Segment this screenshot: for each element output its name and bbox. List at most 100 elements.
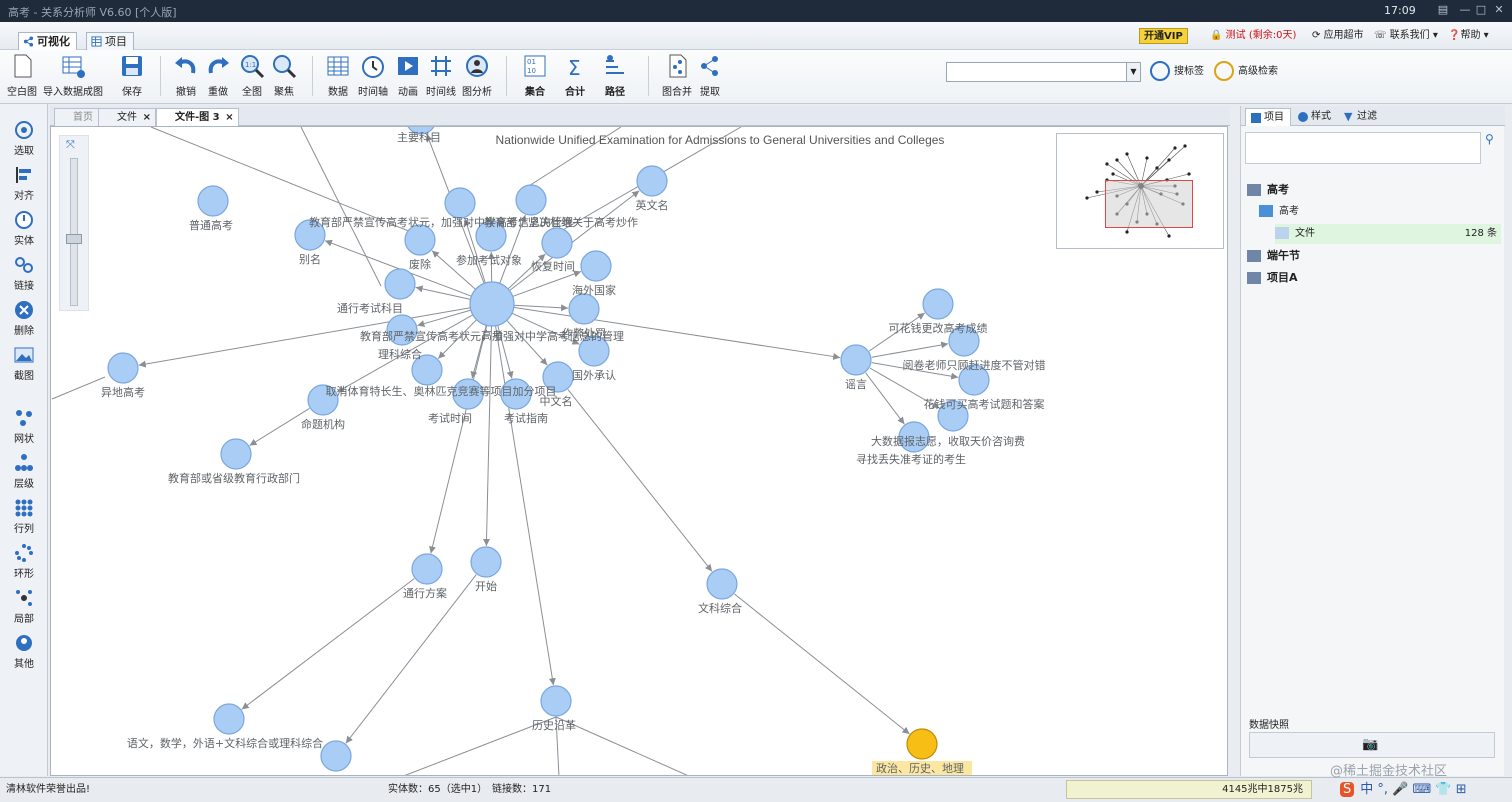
app-store-link[interactable]: ⟳ 应用超市 [1312, 28, 1364, 44]
minimap-viewport[interactable] [1105, 180, 1193, 228]
zoom-control[interactable]: ⤧ [59, 135, 89, 311]
help-link[interactable]: ❓帮助 ▾ [1448, 28, 1489, 44]
timeline-axis-button[interactable]: 时间轴 [356, 53, 390, 98]
ime-indicator[interactable]: S中 °, 🎤 ⌨ 👕 ⊞ [1340, 778, 1467, 802]
graph-edge[interactable] [871, 341, 949, 358]
graph-edge[interactable] [567, 389, 713, 572]
tab-rp-project[interactable]: 项目 [1245, 108, 1291, 126]
graph-node[interactable] [220, 438, 252, 470]
tree-item[interactable]: 端午节 [1247, 246, 1300, 266]
close-tab-icon[interactable]: × [225, 109, 233, 126]
graph-edge[interactable] [734, 593, 910, 735]
tab-project[interactable]: 项目 [86, 32, 134, 50]
graph-node[interactable] [541, 227, 573, 259]
graph-svg[interactable]: 主要科目普通高考别名 废除 参加考试对象 恢复时间英文名海外国家通行考试科目作弊处罚理… [51, 127, 1228, 776]
tool-entity[interactable]: 实体 [0, 210, 48, 247]
tool-other[interactable]: 其他 [0, 633, 48, 670]
contact-link[interactable]: ☏ 联系我们 ▾ [1374, 28, 1438, 44]
graph-node[interactable] [470, 546, 502, 578]
search-icon[interactable]: ⚲ [1485, 132, 1494, 146]
graph-node[interactable] [636, 165, 668, 197]
import-data-button[interactable]: 导入数据成图 [42, 53, 104, 98]
graph-node[interactable] [411, 553, 443, 585]
graph-node[interactable] [197, 185, 229, 217]
path-button[interactable]: 路径 [598, 53, 632, 98]
project-search-input[interactable] [1245, 132, 1481, 164]
save-button[interactable]: 保存 [118, 53, 146, 98]
graph-node[interactable] [384, 268, 416, 300]
set-button[interactable]: 01 10 集合 [518, 53, 552, 98]
graph-edge[interactable] [865, 372, 905, 425]
zoom-slider[interactable] [70, 158, 78, 306]
search-tag-button[interactable]: 搜标签 [1150, 61, 1204, 81]
maximize-icon[interactable]: □ [1474, 3, 1488, 17]
tool-align[interactable]: 对齐 [0, 165, 48, 202]
graph-node[interactable] [107, 352, 139, 384]
tool-network[interactable]: 网状 [0, 408, 48, 445]
tree-item-selected[interactable]: 文件 128 条 [1275, 224, 1501, 244]
graph-node[interactable] [580, 250, 612, 282]
camera-icon[interactable]: 📷 [1362, 737, 1378, 752]
graph-node-selected[interactable] [906, 728, 938, 760]
graph-edge[interactable] [513, 304, 569, 312]
redo-button[interactable]: 重做 [204, 53, 232, 98]
sum-button[interactable]: Σ 合计 [558, 53, 592, 98]
advanced-search-button[interactable]: 高级检索 [1214, 61, 1278, 81]
tree-item[interactable]: 高考 [1247, 180, 1289, 200]
tool-local[interactable]: 局部 [0, 588, 48, 625]
close-tab-icon[interactable]: × [143, 109, 151, 126]
tool-link[interactable]: 链接 [0, 255, 48, 292]
user-status[interactable]: 🔒 测试 (剩余:0天) [1210, 28, 1296, 44]
blank-graph-button[interactable]: 空白图 [6, 53, 38, 98]
graph-node[interactable] [404, 224, 436, 256]
graph-analysis-button[interactable]: 图分析 [460, 53, 494, 98]
tool-circle[interactable]: 环形 [0, 543, 48, 580]
graph-edge[interactable] [483, 325, 492, 547]
graph-edge[interactable] [241, 578, 415, 710]
tool-grid[interactable]: 行列 [0, 498, 48, 535]
chevron-down-icon[interactable]: ▼ [1126, 63, 1140, 81]
graph-edge[interactable] [555, 716, 691, 776]
graph-node[interactable] [540, 685, 572, 717]
tool-delete[interactable]: 删除 [0, 300, 48, 337]
tool-hierarchy[interactable]: 层级 [0, 453, 48, 490]
graph-node[interactable] [320, 740, 352, 772]
tag-search-input[interactable]: ▼ [946, 62, 1141, 82]
tool-select[interactable]: 选取 [0, 120, 48, 157]
tab-file[interactable]: 文件 × [98, 108, 156, 126]
tab-visualize[interactable]: 可视化 [18, 32, 77, 50]
graph-node[interactable] [922, 288, 954, 320]
settings-icon[interactable]: ▤ [1436, 3, 1450, 17]
tool-screenshot[interactable]: 截图 [0, 345, 48, 382]
animation-button[interactable]: 动画 [394, 53, 422, 98]
fit-all-button[interactable]: 1:1 全图 [238, 53, 266, 98]
graph-edge[interactable] [51, 376, 106, 400]
minimap[interactable] [1056, 133, 1224, 249]
graph-merge-button[interactable]: 图合并 [660, 53, 694, 98]
extract-button[interactable]: 提取 [696, 53, 724, 98]
vip-button[interactable]: 开通VIP [1139, 28, 1188, 44]
graph-node[interactable] [515, 184, 547, 216]
graph-node[interactable] [444, 187, 476, 219]
timeline-button[interactable]: 时间线 [424, 53, 458, 98]
graph-edge[interactable] [429, 325, 488, 554]
minimize-icon[interactable]: — [1458, 3, 1472, 17]
graph-node[interactable] [568, 293, 600, 325]
tab-rp-style[interactable]: 样式 [1293, 108, 1337, 126]
graph-node[interactable] [706, 568, 738, 600]
tab-rp-filter[interactable]: ▼ 过滤 [1339, 108, 1383, 126]
close-icon[interactable]: ✕ [1492, 3, 1506, 17]
fit-screen-icon[interactable]: ⤧ [66, 138, 75, 152]
graph-node[interactable] [840, 344, 872, 376]
undo-button[interactable]: 撤销 [172, 53, 200, 98]
snapshot-area[interactable]: 📷 [1249, 732, 1495, 758]
data-button[interactable]: 数据 [324, 53, 352, 98]
focus-button[interactable]: 聚焦 [270, 53, 298, 98]
graph-edge[interactable] [415, 285, 471, 300]
tab-file-graph[interactable]: 文件-图 3 × [156, 108, 239, 126]
tree-item[interactable]: 高考 [1259, 202, 1299, 222]
graph-node[interactable] [213, 703, 245, 735]
graph-node-center[interactable] [469, 281, 515, 327]
tree-item[interactable]: 项目A [1247, 268, 1298, 288]
graph-canvas[interactable]: 主要科目 普通高考 别名 废除 参加考试对象 恢复时间 英文名 海外国家 通行考试科目 作弊处罚理… [50, 126, 1228, 776]
